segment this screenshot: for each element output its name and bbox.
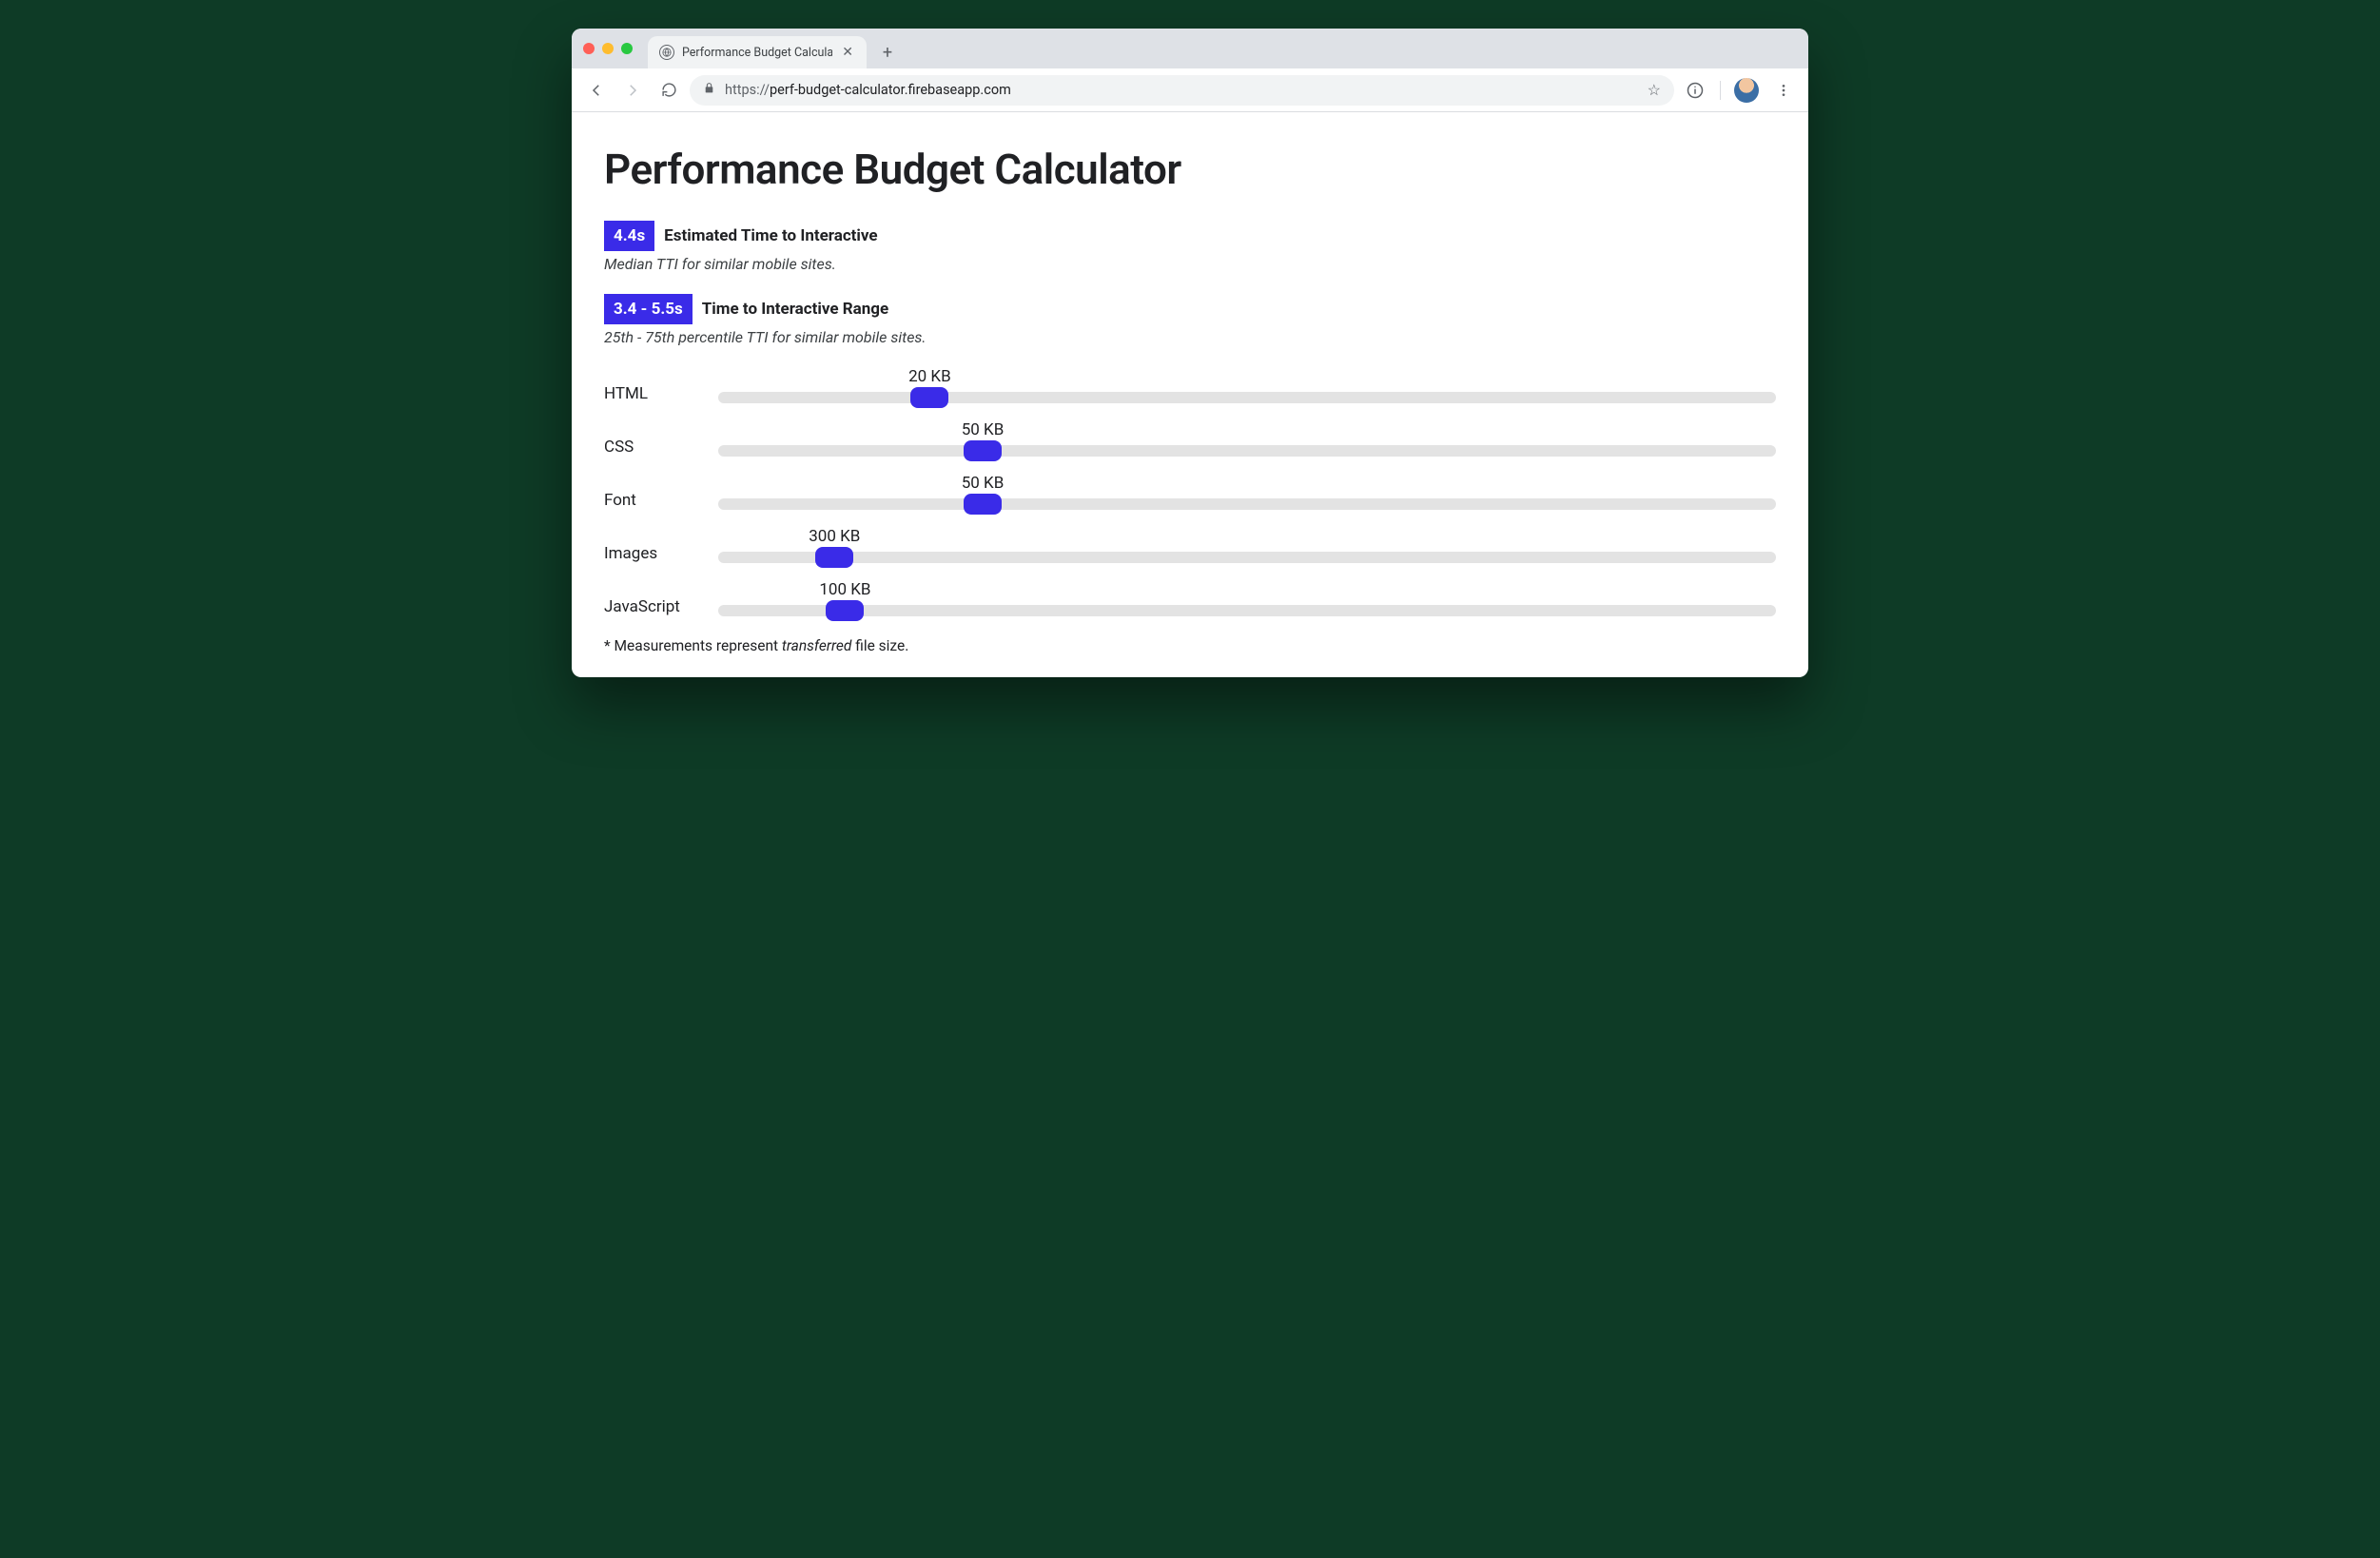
slider-label: JavaScript (604, 597, 699, 616)
tti-badge: 4.4s (604, 221, 654, 251)
slider-track[interactable] (718, 445, 1776, 457)
slider-track-wrap: 50 KB (718, 474, 1776, 510)
slider-value-label: 50 KB (962, 420, 1005, 439)
toolbar: https://perf-budget-calculator.firebasea… (572, 68, 1808, 112)
sliders-group: HTML 20 KB CSS 50 KB Font 50 KB Images 300 KB Ja… (604, 367, 1776, 616)
minimize-window-button[interactable] (602, 43, 614, 54)
tab-title: Performance Budget Calculato (682, 46, 832, 60)
reload-button[interactable] (654, 75, 684, 106)
tab-strip: Performance Budget Calculato ✕ + (572, 29, 1808, 68)
chrome-menu-button[interactable] (1768, 75, 1799, 106)
new-tab-button[interactable]: + (874, 39, 901, 66)
slider-track-wrap: 300 KB (718, 527, 1776, 563)
slider-row: CSS 50 KB (604, 420, 1776, 457)
slider-track[interactable] (718, 552, 1776, 563)
page-info-button[interactable] (1680, 75, 1710, 106)
slider-value-label: 20 KB (908, 367, 951, 386)
close-tab-icon[interactable]: ✕ (840, 45, 855, 60)
slider-thumb[interactable] (815, 547, 853, 568)
window-controls (583, 29, 648, 68)
forward-button[interactable] (617, 75, 648, 106)
slider-thumb[interactable] (964, 440, 1002, 461)
tti-range-badge: 3.4 - 5.5s (604, 294, 693, 324)
footnote: * Measurements represent transferred fil… (604, 637, 1776, 654)
slider-row: JavaScript 100 KB (604, 580, 1776, 616)
bookmark-star-icon[interactable]: ☆ (1648, 81, 1661, 99)
lock-icon (703, 82, 715, 98)
close-window-button[interactable] (583, 43, 595, 54)
profile-avatar[interactable] (1734, 78, 1759, 103)
tti-metric: 4.4s Estimated Time to Interactive Media… (604, 221, 1776, 273)
slider-label: CSS (604, 438, 699, 457)
slider-thumb[interactable] (910, 387, 948, 408)
slider-label: Font (604, 491, 699, 510)
page-content: Performance Budget Calculator 4.4s Estim… (572, 112, 1808, 677)
slider-thumb[interactable] (964, 494, 1002, 515)
slider-label: HTML (604, 384, 699, 403)
slider-value-label: 50 KB (962, 474, 1005, 493)
tti-subtext: Median TTI for similar mobile sites. (604, 255, 1776, 273)
browser-window: Performance Budget Calculato ✕ + https:/… (572, 29, 1808, 677)
slider-thumb[interactable] (826, 600, 864, 621)
slider-row: Images 300 KB (604, 527, 1776, 563)
slider-value-label: 300 KB (809, 527, 860, 546)
slider-row: HTML 20 KB (604, 367, 1776, 403)
slider-track[interactable] (718, 605, 1776, 616)
tti-range-metric: 3.4 - 5.5s Time to Interactive Range 25t… (604, 294, 1776, 346)
slider-value-label: 100 KB (819, 580, 870, 599)
slider-track-wrap: 20 KB (718, 367, 1776, 403)
slider-row: Font 50 KB (604, 474, 1776, 510)
globe-icon (659, 45, 674, 60)
tti-range-label: Time to Interactive Range (702, 300, 888, 319)
url-text: https://perf-budget-calculator.firebasea… (725, 82, 1638, 98)
slider-track-wrap: 100 KB (718, 580, 1776, 616)
maximize-window-button[interactable] (621, 43, 633, 54)
slider-track-wrap: 50 KB (718, 420, 1776, 457)
browser-tab[interactable]: Performance Budget Calculato ✕ (648, 36, 867, 68)
address-bar[interactable]: https://perf-budget-calculator.firebasea… (690, 75, 1674, 106)
page-title: Performance Budget Calculator (604, 145, 1776, 194)
back-button[interactable] (581, 75, 612, 106)
slider-track[interactable] (718, 392, 1776, 403)
tti-range-subtext: 25th - 75th percentile TTI for similar m… (604, 328, 1776, 346)
tti-label: Estimated Time to Interactive (664, 226, 877, 245)
slider-track[interactable] (718, 498, 1776, 510)
slider-label: Images (604, 544, 699, 563)
toolbar-separator (1720, 81, 1721, 100)
